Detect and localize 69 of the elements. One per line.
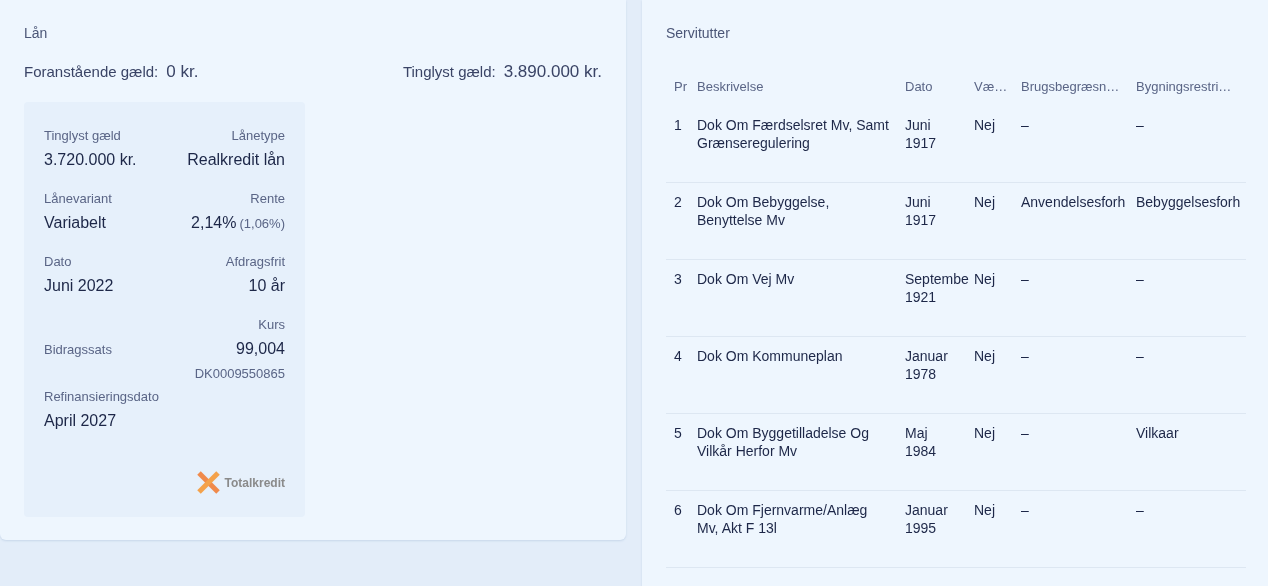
table-cell: – xyxy=(1021,116,1029,134)
table-cell: Dok Om Færdselsret Mv, Samt Grænseregulering xyxy=(697,116,889,152)
table-cell: Nej xyxy=(974,501,995,519)
field-value: Juni 2022 xyxy=(44,277,114,295)
summary-value: 0 kr. xyxy=(166,62,199,82)
field-label: Refinansieringsdato xyxy=(44,389,159,404)
table-cell: – xyxy=(1136,270,1144,288)
column-header[interactable]: Bygningsrestri… xyxy=(1136,78,1232,94)
table-cell: – xyxy=(1136,501,1144,519)
table-cell: Dok Om Kommuneplan xyxy=(697,347,843,365)
table-cell-text: Dok Om Bebyggelse, Benyttelse Mv xyxy=(697,193,831,229)
field-label: Lånetype xyxy=(231,128,285,143)
field-label: Lånevariant xyxy=(44,191,112,206)
field-label: Kurs xyxy=(258,317,285,332)
column-header[interactable]: Brugsbegræsn… xyxy=(1021,78,1120,94)
lender-name: Totalkredit xyxy=(224,475,285,490)
table-cell: Nej xyxy=(974,347,995,365)
table-cell: Bebyggelsesforh xyxy=(1136,193,1241,211)
table-cell-text: Januar 1995 xyxy=(905,501,949,537)
table-cell-text: Juni 1917 xyxy=(905,116,938,152)
table-cell: – xyxy=(1136,116,1144,134)
field-label: Bidragssats xyxy=(44,341,112,357)
table-cell: 2 xyxy=(674,193,682,211)
table-cell: 4 xyxy=(674,347,682,365)
field-value: 2,14% xyxy=(191,214,237,232)
table-cell: 1 xyxy=(674,116,682,134)
field-label: Rente xyxy=(250,191,285,206)
column-header[interactable]: Væ… xyxy=(974,78,1008,94)
table-cell: – xyxy=(1021,347,1029,365)
column-header[interactable]: Dato xyxy=(905,78,933,94)
field-value: 3.720.000 kr. xyxy=(44,151,137,169)
column-header[interactable]: Pr xyxy=(674,78,687,94)
summary-label: Foranstående gæld: xyxy=(24,63,159,80)
field-note: DK0009550865 xyxy=(194,366,285,381)
table-cell: 6 xyxy=(674,501,682,519)
column-header[interactable]: Beskrivelse xyxy=(697,78,764,94)
field-value: 10 år xyxy=(248,277,285,295)
card-title: Lån xyxy=(24,25,48,41)
field-value: 99,004 xyxy=(236,340,285,358)
table-cell: Anvendelsesforh xyxy=(1021,193,1126,211)
field-label: Tinglyst gæld xyxy=(44,128,122,143)
summary-value: 3.890.000 kr. xyxy=(503,62,602,82)
table-cell: 3 xyxy=(674,270,682,288)
field-label: Dato xyxy=(44,254,73,269)
table-cell-text: Dok Om Fjernvarme/Anlæg Mv, Akt F 13l xyxy=(697,501,869,537)
table-cell-text: Dok Om Byggetilladelse Og Vilkår Herfor Mv xyxy=(697,424,870,460)
card-title: Servitutter xyxy=(666,25,730,41)
table-cell: Vilkaar xyxy=(1136,424,1179,442)
x-logo-icon xyxy=(195,470,221,495)
table-cell: – xyxy=(1021,501,1029,519)
table-cell: Nej xyxy=(974,116,995,134)
field-note: (1,06%) xyxy=(239,216,285,231)
table-cell: – xyxy=(1021,424,1029,442)
table-cell-text: Januar 1978 xyxy=(905,347,949,383)
table-cell: – xyxy=(1021,270,1029,288)
table-cell-text: Maj 1984 xyxy=(905,424,938,460)
table-cell: Nej xyxy=(974,270,995,288)
table-cell: – xyxy=(1136,347,1144,365)
table-cell: Septembe 1921 xyxy=(905,270,969,306)
field-value: Realkredit lån xyxy=(187,151,285,169)
table-cell-text: Juni 1917 xyxy=(905,193,938,229)
table-cell: Nej xyxy=(974,424,995,442)
field-value: Variabelt xyxy=(44,214,106,232)
field-label: Afdragsfrit xyxy=(225,254,285,269)
table-cell: 5 xyxy=(674,424,682,442)
field-value: April 2027 xyxy=(44,412,117,430)
table-cell: Dok Om Vej Mv xyxy=(697,270,795,288)
table-cell: Nej xyxy=(974,193,995,211)
summary-label: Tinglyst gæld: xyxy=(402,63,496,80)
